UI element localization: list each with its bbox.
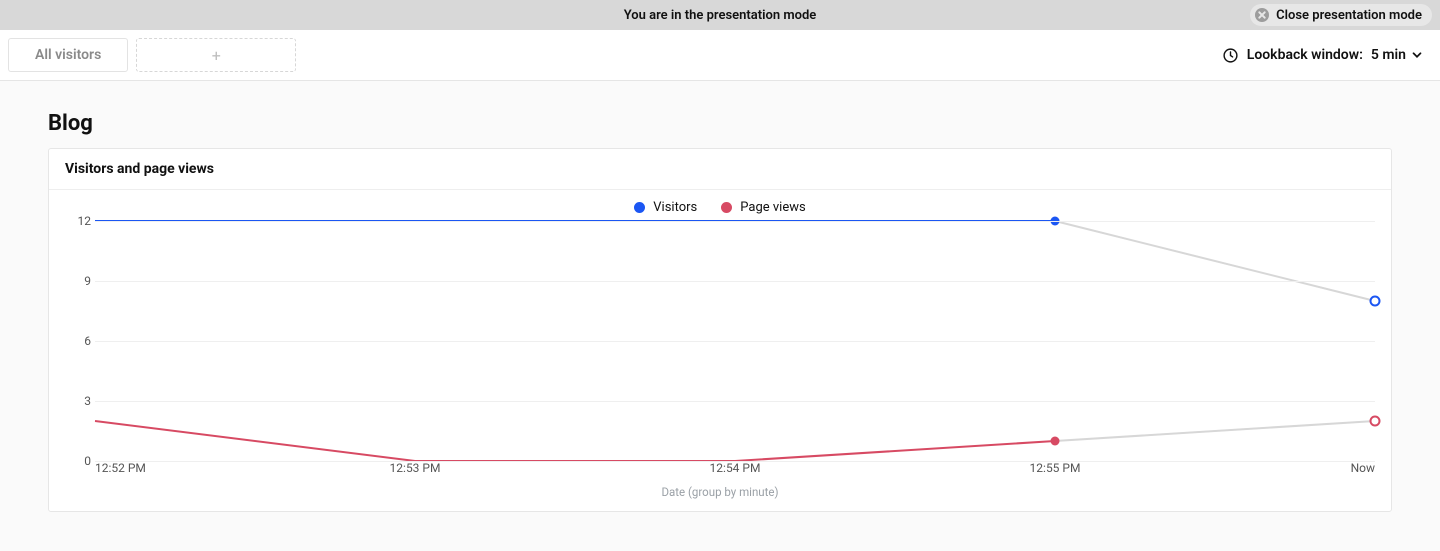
chart-legend: Visitors Page views (65, 198, 1375, 221)
data-point-realtime (1371, 417, 1380, 426)
chart-card-title: Visitors and page views (49, 149, 1391, 190)
y-tick: 0 (84, 454, 91, 468)
y-tick: 9 (84, 274, 91, 288)
gridline (95, 401, 1375, 402)
chart-plot (95, 221, 1375, 461)
data-point (1051, 437, 1060, 446)
gridline (95, 341, 1375, 342)
legend-swatch-visitors (634, 202, 645, 213)
series-line (95, 421, 1055, 461)
presentation-banner-message: You are in the presentation mode (624, 8, 817, 23)
chart-y-axis: 036912 (65, 221, 95, 461)
chart-card: Visitors and page views Visitors Page vi… (48, 148, 1392, 512)
y-tick: 12 (78, 214, 92, 228)
series-line-realtime (1055, 421, 1375, 441)
filter-chip-all-visitors[interactable]: All visitors (8, 38, 128, 72)
presentation-banner: You are in the presentation mode Close p… (0, 0, 1440, 30)
close-presentation-button[interactable]: Close presentation mode (1250, 4, 1432, 26)
x-tick: 12:52 PM (95, 461, 146, 475)
series-line-realtime (1055, 221, 1375, 301)
data-point-realtime (1371, 297, 1380, 306)
y-tick: 6 (84, 334, 91, 348)
lookback-window: Lookback window: 5 min (1222, 47, 1424, 64)
lookback-label: Lookback window: (1247, 47, 1363, 63)
lookback-select[interactable]: 5 min (1371, 47, 1424, 63)
gridline (95, 221, 1375, 222)
chart-x-label: Date (group by minute) (65, 485, 1375, 499)
x-tick: 12:54 PM (710, 461, 761, 475)
x-tick: 12:55 PM (1030, 461, 1081, 475)
y-tick: 3 (84, 394, 91, 408)
close-presentation-label: Close presentation mode (1276, 8, 1422, 23)
chart-x-axis: 12:52 PM 12:53 PM 12:54 PM 12:55 PM Now (95, 461, 1375, 479)
lookback-value: 5 min (1371, 47, 1406, 63)
legend-item-visitors[interactable]: Visitors (634, 200, 697, 215)
legend-swatch-page-views (721, 202, 732, 213)
gridline (95, 281, 1375, 282)
filter-add-button[interactable]: + (136, 38, 296, 72)
close-icon (1254, 7, 1270, 23)
filter-bar: All visitors + Lookback window: 5 min (0, 30, 1440, 81)
x-tick: 12:53 PM (390, 461, 441, 475)
plus-icon: + (212, 46, 221, 65)
chevron-down-icon (1410, 48, 1424, 62)
clock-icon (1222, 47, 1239, 64)
legend-item-page-views[interactable]: Page views (721, 200, 805, 215)
x-tick: Now (1351, 461, 1375, 475)
page-title: Blog (48, 111, 1392, 136)
